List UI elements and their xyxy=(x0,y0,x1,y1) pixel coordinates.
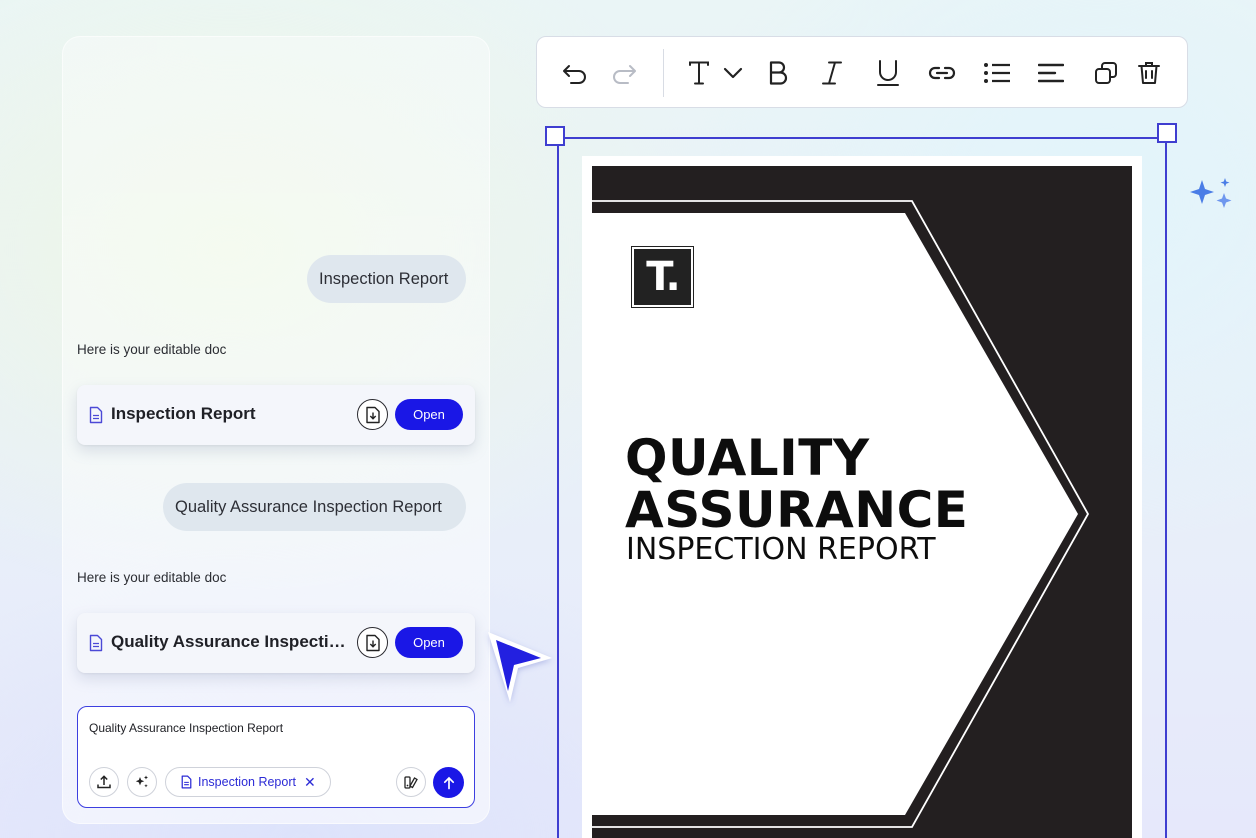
undo-icon[interactable] xyxy=(561,59,589,87)
toolbar-divider xyxy=(663,49,664,97)
template-style-button[interactable] xyxy=(396,767,426,797)
resize-handle-top-right[interactable] xyxy=(1157,123,1177,143)
sparkle-icon xyxy=(1190,178,1232,208)
send-button[interactable] xyxy=(433,767,464,798)
remove-chip-icon[interactable]: ✕ xyxy=(304,774,316,791)
link-icon[interactable] xyxy=(928,59,956,87)
palette-icon xyxy=(404,776,418,789)
document-icon xyxy=(181,775,192,789)
open-button[interactable]: Open xyxy=(395,399,463,430)
assistant-message-1: Here is your editable doc xyxy=(77,342,227,357)
text-style-icon[interactable] xyxy=(685,59,713,87)
bold-icon[interactable] xyxy=(764,59,792,87)
italic-icon[interactable] xyxy=(818,59,846,87)
ai-sparkle-button[interactable] xyxy=(127,767,157,797)
formatting-toolbar xyxy=(536,36,1188,108)
chip-label: Inspection Report xyxy=(198,775,296,789)
upload-button[interactable] xyxy=(89,767,119,797)
download-icon xyxy=(365,634,380,651)
upload-icon xyxy=(97,775,111,789)
pointer-cursor-icon xyxy=(488,632,552,702)
doc-card-2[interactable]: Quality Assurance Inspectio... Open xyxy=(77,613,475,673)
selection-box[interactable] xyxy=(557,137,1167,838)
composer-input[interactable]: Quality Assurance Inspection Report xyxy=(89,721,283,735)
document-icon xyxy=(89,406,103,424)
attached-doc-chip[interactable]: Inspection Report ✕ xyxy=(165,767,331,797)
arrow-up-icon xyxy=(443,776,454,789)
download-button[interactable] xyxy=(357,627,388,658)
open-button[interactable]: Open xyxy=(395,627,463,658)
user-message-1: Inspection Report xyxy=(307,255,466,303)
user-message-2: Quality Assurance Inspection Report xyxy=(163,483,466,531)
document-icon xyxy=(89,634,103,652)
user-message-text: Inspection Report xyxy=(319,269,449,288)
message-composer[interactable]: Quality Assurance Inspection Report Insp… xyxy=(77,706,475,808)
doc-title: Quality Assurance Inspectio... xyxy=(111,632,351,651)
resize-handle-top-left[interactable] xyxy=(545,126,565,146)
delete-icon[interactable] xyxy=(1135,59,1163,87)
download-button[interactable] xyxy=(357,399,388,430)
chevron-down-icon[interactable] xyxy=(719,59,747,87)
align-left-icon[interactable] xyxy=(1037,59,1065,87)
doc-title: Inspection Report xyxy=(111,404,256,423)
doc-card-1[interactable]: Inspection Report Open xyxy=(77,385,475,445)
bulleted-list-icon[interactable] xyxy=(983,59,1011,87)
redo-icon[interactable] xyxy=(610,59,638,87)
duplicate-icon[interactable] xyxy=(1092,59,1120,87)
assistant-message-2: Here is your editable doc xyxy=(77,570,227,585)
sparkle-icon xyxy=(135,775,148,788)
chat-panel: Inspection Report Here is your editable … xyxy=(62,36,490,824)
user-message-text: Quality Assurance Inspection Report xyxy=(175,497,442,516)
underline-icon[interactable] xyxy=(874,59,902,87)
download-icon xyxy=(365,406,380,423)
